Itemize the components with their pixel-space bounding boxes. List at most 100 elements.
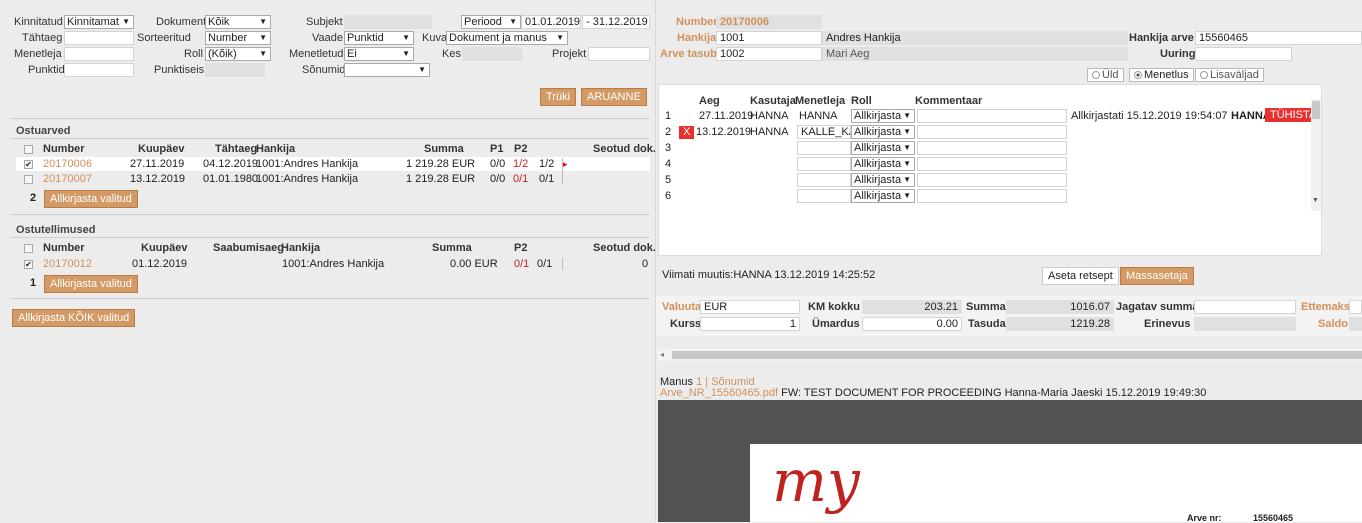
arve-tasub-input[interactable]: 1002 [716,47,822,61]
uuring-input[interactable] [1195,47,1292,61]
sign-selected-button[interactable]: Allkirjasta valitud [44,190,138,208]
print-button[interactable]: Trüki [540,88,577,106]
row-checkbox[interactable]: ✔ [24,160,33,169]
valuuta-input[interactable]: EUR [700,300,800,314]
tahtaeg-input[interactable] [64,31,134,45]
role-select[interactable]: Allkirjasta ▼ [851,157,915,171]
comment-input[interactable] [917,109,1067,123]
scrollbar-thumb[interactable] [1312,101,1320,119]
col-kuupaev[interactable]: Kuupäev [138,143,184,155]
cancel-signature-button[interactable]: TÜHISTA [1265,108,1313,122]
table-row[interactable]: ✔ 20170012 01.12.2019 1001:Andres Hankij… [16,257,650,271]
tab-uld[interactable]: Üld [1087,68,1124,82]
selected-count: 2 [30,192,37,204]
col-summa[interactable]: Summa [432,242,472,254]
vaade-select[interactable]: Punktid ▼ [344,31,414,45]
row-p2-link[interactable]: 1/2 [513,157,528,171]
kuva-select[interactable]: Dokument ja manus ▼ [446,31,568,45]
row-number-link[interactable]: 20170006 [43,157,92,171]
mass-assign-button[interactable]: Massasetaja [1120,267,1194,285]
chevron-down-icon: ▼ [556,33,564,42]
row-p2-link[interactable]: 0/1 [513,172,528,186]
remove-row-button[interactable]: X [679,126,695,139]
divider [10,214,650,215]
kinnitatud-select[interactable]: Kinnitamat ▼ [64,15,134,29]
chevron-down-icon[interactable]: ▼ [1312,197,1319,204]
row-checkbox[interactable]: ✔ [24,260,33,269]
col-number[interactable]: Number [43,242,85,254]
col-seotud[interactable]: Seotud dok. [593,242,656,254]
kurss-input[interactable]: 1 [700,317,800,331]
projekt-input[interactable] [588,47,650,61]
period-select[interactable]: Periood ▼ [461,15,521,29]
handler-input[interactable] [797,173,851,187]
role-select[interactable]: Allkirjasta ▼ [851,141,915,155]
col-kuupaev[interactable]: Kuupäev [141,242,187,254]
period-to-input[interactable]: - 31.12.2019 [582,15,650,29]
jagatav-input[interactable] [1194,300,1296,314]
kes-field[interactable] [462,47,522,61]
select-all-checkbox[interactable] [24,145,33,154]
handler-input[interactable]: KALLE_KAP [797,125,851,139]
umardus-input[interactable]: 0.00 [862,317,962,331]
comment-input[interactable] [917,189,1067,203]
select-all-checkbox[interactable] [24,244,33,253]
col-saabumisaeg[interactable]: Saabumisaeg [213,242,284,254]
summa-field: 1016.07 [1006,300,1114,314]
tab-lisavaljad[interactable]: Lisaväljad [1195,68,1264,82]
tab-menetlus[interactable]: Menetlus [1129,68,1194,82]
role-select[interactable]: Allkirjasta ▼ [851,125,915,139]
number-label: Number [676,16,718,28]
chevron-left-icon[interactable]: ◂ [660,350,664,359]
comment-input[interactable] [917,141,1067,155]
role-select[interactable]: Allkirjasta ▼ [851,189,915,203]
dokument-select[interactable]: Kõik ▼ [205,15,271,29]
ettemaks-input[interactable] [1349,300,1362,314]
menetleja-input[interactable] [64,47,134,61]
comment-input[interactable] [917,173,1067,187]
set-recipe-button[interactable]: Aseta retsept [1042,267,1119,285]
col-p2[interactable]: P2 [514,143,527,155]
table-row[interactable]: 20170007 13.12.2019 01.01.1980 1001:Andr… [16,172,650,186]
attachment-file-link[interactable]: Arve_NR_15560465.pdf [660,387,778,399]
handler-input[interactable] [797,141,851,155]
punktid-input[interactable] [64,63,134,77]
handler-input[interactable] [797,189,851,203]
scrollbar-thumb[interactable] [672,351,1362,359]
col-tahtaeg[interactable]: Tähtaeg [215,143,257,155]
horizontal-scrollbar[interactable]: ◂ [658,349,1362,361]
row-date: 27.11.2019 [130,158,185,170]
col-number[interactable]: Number [43,143,85,155]
row-checkbox[interactable] [24,175,33,184]
hankija-arve-input[interactable]: 15560465 [1195,31,1362,45]
comment-input[interactable] [917,125,1067,139]
radio-icon [1092,71,1100,79]
roll-select[interactable]: (Kõik) ▼ [205,47,271,61]
sonumid-select[interactable]: ▼ [344,63,430,77]
role-select[interactable]: Allkirjasta ▼ [851,173,915,187]
table-row[interactable]: ✔ 20170006 27.11.2019 04.12.2019 1001:An… [16,157,650,184]
row-sum: 1 219.28 EUR [406,158,476,170]
menetletud-select[interactable]: Ei ▼ [344,47,414,61]
row-number-link[interactable]: 20170007 [43,172,92,186]
report-button[interactable]: ARUANNE [581,88,647,106]
col-summa[interactable]: Summa [424,143,464,155]
col-hankija[interactable]: Hankija [256,143,295,155]
handler-input[interactable] [797,157,851,171]
row-p2-link[interactable]: 0/1 [514,257,529,271]
period-from-input[interactable]: 01.01.2019 [521,15,581,29]
vertical-scrollbar[interactable]: ▼ [1311,99,1321,211]
subjekt-field[interactable] [344,15,432,29]
role-select[interactable]: Allkirjasta ▼ [851,109,915,123]
col-seotud[interactable]: Seotud dok. [593,143,656,155]
col-p1[interactable]: P1 [490,143,503,155]
sorteeritud-select[interactable]: Number ▼ [205,31,271,45]
sign-all-button[interactable]: Allkirjasta KÕIK valitud [12,309,136,327]
sign-selected-button[interactable]: Allkirjasta valitud [44,275,138,293]
punktiseis-field[interactable] [205,63,265,77]
col-p2[interactable]: P2 [514,242,527,254]
col-hankija[interactable]: Hankija [281,242,320,254]
row-number-link[interactable]: 20170012 [43,257,92,271]
hankija-code-input[interactable]: 1001 [716,31,822,45]
comment-input[interactable] [917,157,1067,171]
